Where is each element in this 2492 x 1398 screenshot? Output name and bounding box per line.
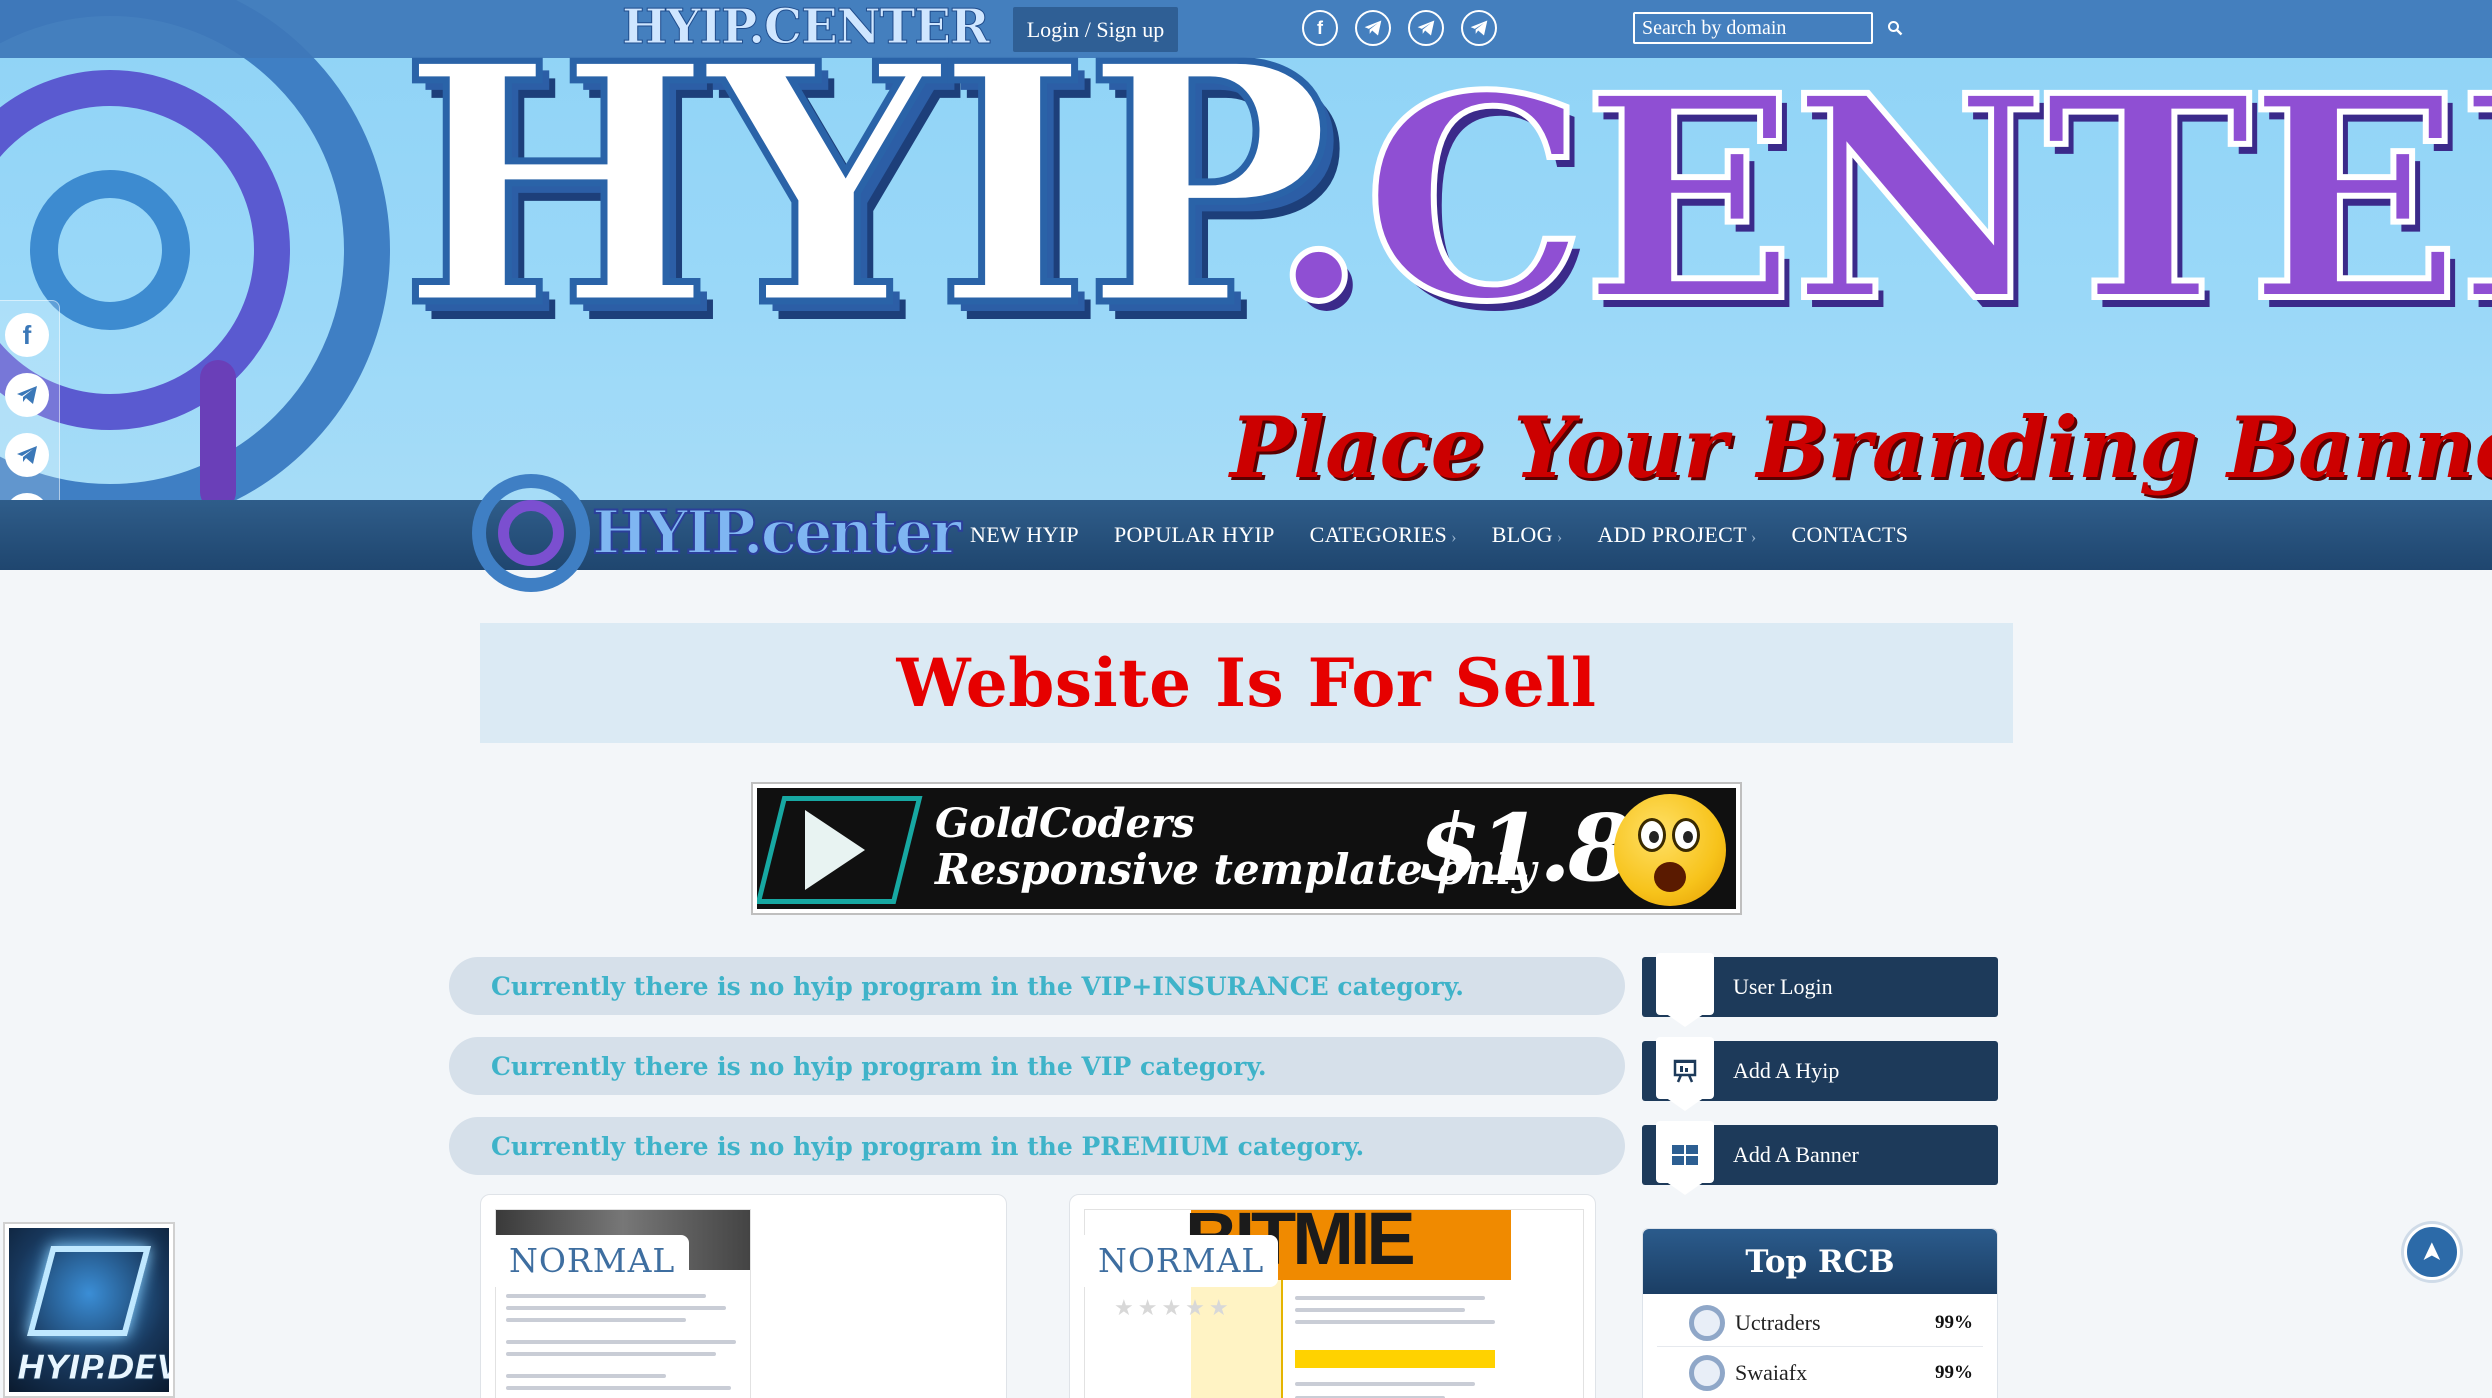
goldcoders-arrow-icon xyxy=(805,810,865,890)
arrow-up-icon: ➤ xyxy=(2416,1241,2446,1263)
telegram-icon[interactable] xyxy=(5,433,49,477)
user-login-button[interactable]: User Login xyxy=(1642,953,1998,1027)
project-logo-icon xyxy=(1689,1355,1725,1391)
sale-notice: Website Is For Sell xyxy=(480,623,2013,743)
chevron-right-icon: › xyxy=(1556,529,1563,546)
logo-ring-inner-icon xyxy=(498,500,564,566)
project-logo-icon xyxy=(1689,1304,1725,1341)
top-rcb-title: Top RCB xyxy=(1643,1229,1997,1294)
category-notice-vip: Currently there is no hyip program in th… xyxy=(449,1037,1625,1095)
project-card[interactable]: BITMIE NORMAL ★★★★★ xyxy=(1069,1194,1596,1398)
telegram-icon[interactable] xyxy=(1355,10,1391,46)
nav-categories[interactable]: CATEGORIES › xyxy=(1310,522,1457,548)
top-rcb-widget: Top RCB Uctraders 99% Swaiafx 99% xyxy=(1642,1228,1998,1398)
hero-banner: HYIP .CENTER Place Your Branding Banner … xyxy=(0,0,2492,500)
rcb-project-name: Swaiafx xyxy=(1735,1360,1808,1385)
add-banner-button[interactable]: Add A Banner xyxy=(1642,1121,1998,1195)
hyipdev-glyph-icon xyxy=(26,1246,152,1336)
category-notice-vip-insurance: Currently there is no hyip program in th… xyxy=(449,957,1625,1015)
nav-contacts[interactable]: CONTACTS xyxy=(1791,522,1908,548)
nav-blog[interactable]: BLOG › xyxy=(1492,522,1563,548)
login-signup-button[interactable]: Login / Sign up xyxy=(1013,7,1178,52)
facebook-icon[interactable]: f xyxy=(1302,10,1338,46)
hyipdev-text: HYIP.DEV xyxy=(17,1348,169,1389)
rcb-percent: 99% xyxy=(1935,1311,1973,1333)
add-hyip-button[interactable]: Add A Hyip xyxy=(1642,1037,1998,1111)
project-card[interactable]: NORMAL xyxy=(480,1194,1007,1398)
add-banner-label: Add A Banner xyxy=(1733,1142,1859,1167)
rcb-project-name: Uctraders xyxy=(1735,1309,1821,1335)
telegram-icon[interactable] xyxy=(1408,10,1444,46)
nav-logo[interactable]: HYIP.center xyxy=(472,470,962,600)
chevron-right-icon: › xyxy=(1451,529,1457,546)
sale-notice-text[interactable]: Website Is For Sell xyxy=(897,644,1597,722)
telegram-icon[interactable] xyxy=(5,373,49,417)
rcb-list-item[interactable]: Swaiafx 99% xyxy=(1657,1349,1983,1397)
nav-menu: NEW HYIP POPULAR HYIP CATEGORIES › BLOG › … xyxy=(970,500,1908,570)
facebook-icon[interactable]: f xyxy=(5,313,49,357)
add-hyip-label: Add A Hyip xyxy=(1733,1058,1840,1083)
user-login-label: User Login xyxy=(1733,974,1833,999)
user-icon xyxy=(1656,957,1714,1017)
hero-banner-text: Place Your Branding Banner HER xyxy=(1230,398,2492,497)
top-logo[interactable]: HYIP.CENTER xyxy=(622,2,991,53)
telegram-icon[interactable] xyxy=(1461,10,1497,46)
grid-icon xyxy=(1656,1125,1714,1185)
search-icon[interactable] xyxy=(1887,14,1903,42)
hero-domain: .CENTER xyxy=(1267,35,2492,364)
ad-brand: GoldCoders xyxy=(935,800,1195,847)
nav-logo-text: HYIP.center xyxy=(591,497,962,569)
back-to-top-button[interactable]: ➤ xyxy=(2404,1224,2460,1280)
hero-logo-tail xyxy=(200,360,236,500)
ad-banner[interactable]: GoldCoders Responsive template only $1.8… xyxy=(751,782,1742,915)
rating-stars-icon: ★★★★★ xyxy=(1114,1295,1233,1320)
top-bar: HYIP.CENTER Login / Sign up f xyxy=(0,0,2492,58)
plan-badge: NORMAL xyxy=(1084,1235,1279,1287)
search-input[interactable] xyxy=(1635,14,1887,42)
nav-new-hyip[interactable]: NEW HYIP xyxy=(970,522,1079,548)
rcb-percent: 99% xyxy=(1935,1362,1973,1383)
hyipdev-badge[interactable]: HYIP.DEV xyxy=(3,1222,175,1398)
category-notice-premium: Currently there is no hyip program in th… xyxy=(449,1117,1625,1175)
presentation-icon xyxy=(1656,1041,1714,1101)
rcb-list-item[interactable]: Uctraders 99% xyxy=(1657,1299,1983,1347)
plan-badge: NORMAL xyxy=(495,1235,690,1287)
chevron-right-icon: › xyxy=(1750,529,1757,546)
hyipdev-logo: HYIP.DEV xyxy=(9,1228,169,1392)
ad-banner-content: GoldCoders Responsive template only $1.8… xyxy=(757,788,1736,909)
nav-popular-hyip[interactable]: POPULAR HYIP xyxy=(1114,522,1275,548)
surprised-emoji-icon xyxy=(1614,794,1726,906)
hero-title: HYIP xyxy=(397,0,1336,379)
search-box xyxy=(1633,12,1903,44)
nav-add-project[interactable]: ADD PROJECT › xyxy=(1597,522,1756,548)
